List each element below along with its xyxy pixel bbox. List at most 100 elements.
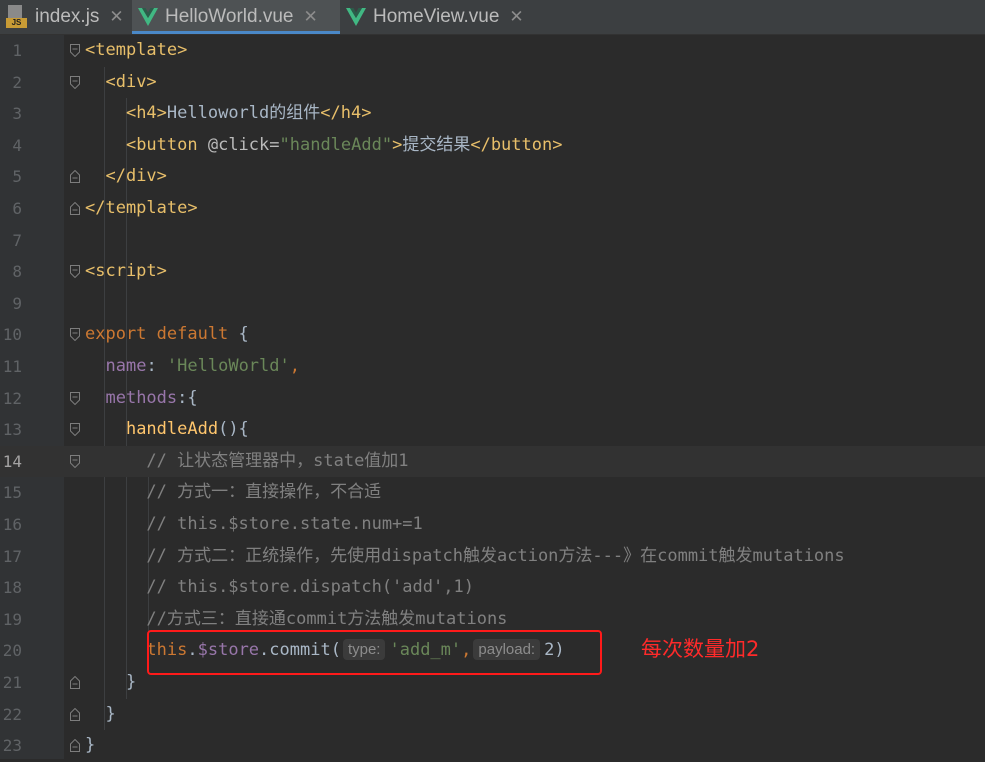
close-icon[interactable]: ✕: [509, 7, 523, 27]
code-line[interactable]: 6 </template>: [0, 193, 985, 225]
code-token: // this.$store.dispatch('add',1): [146, 577, 474, 598]
line-number: 19: [2, 609, 22, 629]
code-text: <div>: [85, 67, 157, 99]
line-number: 12: [2, 388, 22, 408]
code-text: // this.$store.dispatch('add',1): [85, 572, 474, 604]
code-token: </h4>: [320, 103, 372, 124]
line-number: 7: [12, 230, 22, 250]
code-token: }: [85, 735, 96, 756]
code-line[interactable]: 5 </div>: [0, 161, 985, 193]
code-text: <template>: [85, 35, 187, 67]
vue-file-icon: [138, 8, 158, 26]
line-number: 20: [2, 641, 22, 661]
code-token: (){: [218, 419, 249, 440]
code-line[interactable]: 13 handleAdd(){: [0, 414, 985, 446]
highlight-box: [147, 630, 602, 675]
code-text: </div>: [85, 161, 167, 193]
code-line[interactable]: 4 <button @click="handleAdd">提交结果</butto…: [0, 130, 985, 162]
code-token: ,: [289, 356, 300, 376]
fold-close-icon[interactable]: [70, 202, 80, 215]
line-number: 13: [2, 420, 22, 440]
js-file-icon: JS: [6, 5, 28, 29]
code-text: <h4>Helloworld的组件</h4>: [85, 98, 372, 130]
code-line[interactable]: 17 // 方式二：正统操作，先使用dispatch触发action方法---》…: [0, 541, 985, 573]
code-text: // 让状态管理器中，state值加1: [85, 446, 409, 478]
code-line[interactable]: 9: [0, 288, 985, 320]
fold-close-icon[interactable]: [70, 739, 80, 753]
line-number: 3: [12, 104, 22, 124]
code-text: // this.$store.state.num+=1: [85, 509, 422, 541]
code-token: name: [105, 356, 147, 376]
line-number: 6: [12, 199, 22, 218]
code-text: handleAdd(){: [85, 414, 249, 446]
fold-open-icon[interactable]: [70, 265, 80, 279]
code-token: Helloworld的组件: [166, 103, 321, 124]
code-text: }: [85, 667, 136, 699]
fold-open-icon[interactable]: [70, 391, 80, 405]
code-line[interactable]: 18 // this.$store.dispatch('add',1): [0, 572, 985, 604]
code-token: <div>: [105, 71, 157, 92]
fold-open-icon[interactable]: [70, 454, 80, 468]
code-token: 提交结果: [402, 134, 471, 155]
code-text: // 方式二：正统操作，先使用dispatch触发action方法---》在co…: [85, 541, 845, 573]
code-line[interactable]: 7: [0, 225, 985, 257]
code-line[interactable]: 23}: [0, 730, 985, 762]
line-number: 17: [2, 546, 22, 566]
fold-close-icon[interactable]: [70, 707, 80, 721]
editor-tab-bar: JS index.js ✕ HelloWorld.vue ✕ HomeView.vue ✕: [0, 0, 985, 35]
line-number: 2: [12, 72, 22, 92]
fold-open-icon[interactable]: [70, 423, 80, 437]
annotation-text: 每次数量加2: [641, 637, 760, 661]
code-token: @click=: [207, 134, 280, 155]
line-number: 15: [2, 483, 22, 503]
tab-homeview-vue[interactable]: HomeView.vue ✕: [340, 0, 534, 34]
code-text: // 方式一：直接操作，不合适: [85, 477, 381, 509]
code-text: }: [85, 699, 115, 731]
fold-open-icon[interactable]: [70, 44, 80, 57]
code-line[interactable]: 14 // 让状态管理器中，state值加1: [0, 445, 985, 478]
code-token: 'HelloWorld': [166, 356, 290, 376]
code-token: // 让状态管理器中，state值加1: [146, 450, 409, 471]
code-text: name: 'HelloWorld',: [85, 351, 300, 383]
code-line[interactable]: 10 export default {: [0, 319, 985, 351]
fold-open-icon[interactable]: [70, 328, 80, 342]
code-line[interactable]: 15 // 方式一：直接操作，不合适: [0, 477, 985, 509]
code-token: <button: [125, 134, 208, 155]
code-text: </template>: [85, 193, 198, 225]
code-token: // 方式二：正统操作，先使用dispatch触发action方法---》在co…: [146, 545, 845, 566]
code-token: }: [85, 672, 137, 692]
code-text: export default {: [85, 319, 249, 351]
code-line[interactable]: 8 <script>: [0, 256, 985, 288]
code-token: </div>: [105, 166, 167, 187]
code-line[interactable]: 12 methods:{: [0, 383, 985, 415]
line-number: 10: [2, 325, 22, 345]
line-number: 16: [2, 515, 22, 534]
code-line[interactable]: 1 <template>: [0, 35, 985, 67]
tab-index-js[interactable]: JS index.js ✕: [0, 0, 132, 34]
code-token: methods: [105, 387, 178, 408]
code-line[interactable]: 3 <h4>Helloworld的组件</h4>: [0, 98, 985, 130]
fold-close-icon[interactable]: [70, 170, 80, 184]
fold-close-icon[interactable]: [70, 676, 80, 689]
close-icon[interactable]: ✕: [109, 7, 123, 27]
line-number: 5: [12, 167, 22, 187]
code-line[interactable]: 22 }: [0, 699, 985, 731]
close-icon[interactable]: ✕: [303, 7, 317, 27]
code-line[interactable]: 16 // this.$store.state.num+=1: [0, 509, 985, 541]
tab-label: index.js: [35, 6, 100, 27]
code-line[interactable]: 11 name: 'HelloWorld',: [0, 351, 985, 383]
code-token: :{: [177, 387, 198, 408]
code-line[interactable]: 2 <div>: [0, 67, 985, 99]
fold-open-icon[interactable]: [70, 75, 80, 89]
line-number: 14: [2, 451, 22, 471]
tab-helloworld-vue[interactable]: HelloWorld.vue ✕: [132, 0, 340, 34]
